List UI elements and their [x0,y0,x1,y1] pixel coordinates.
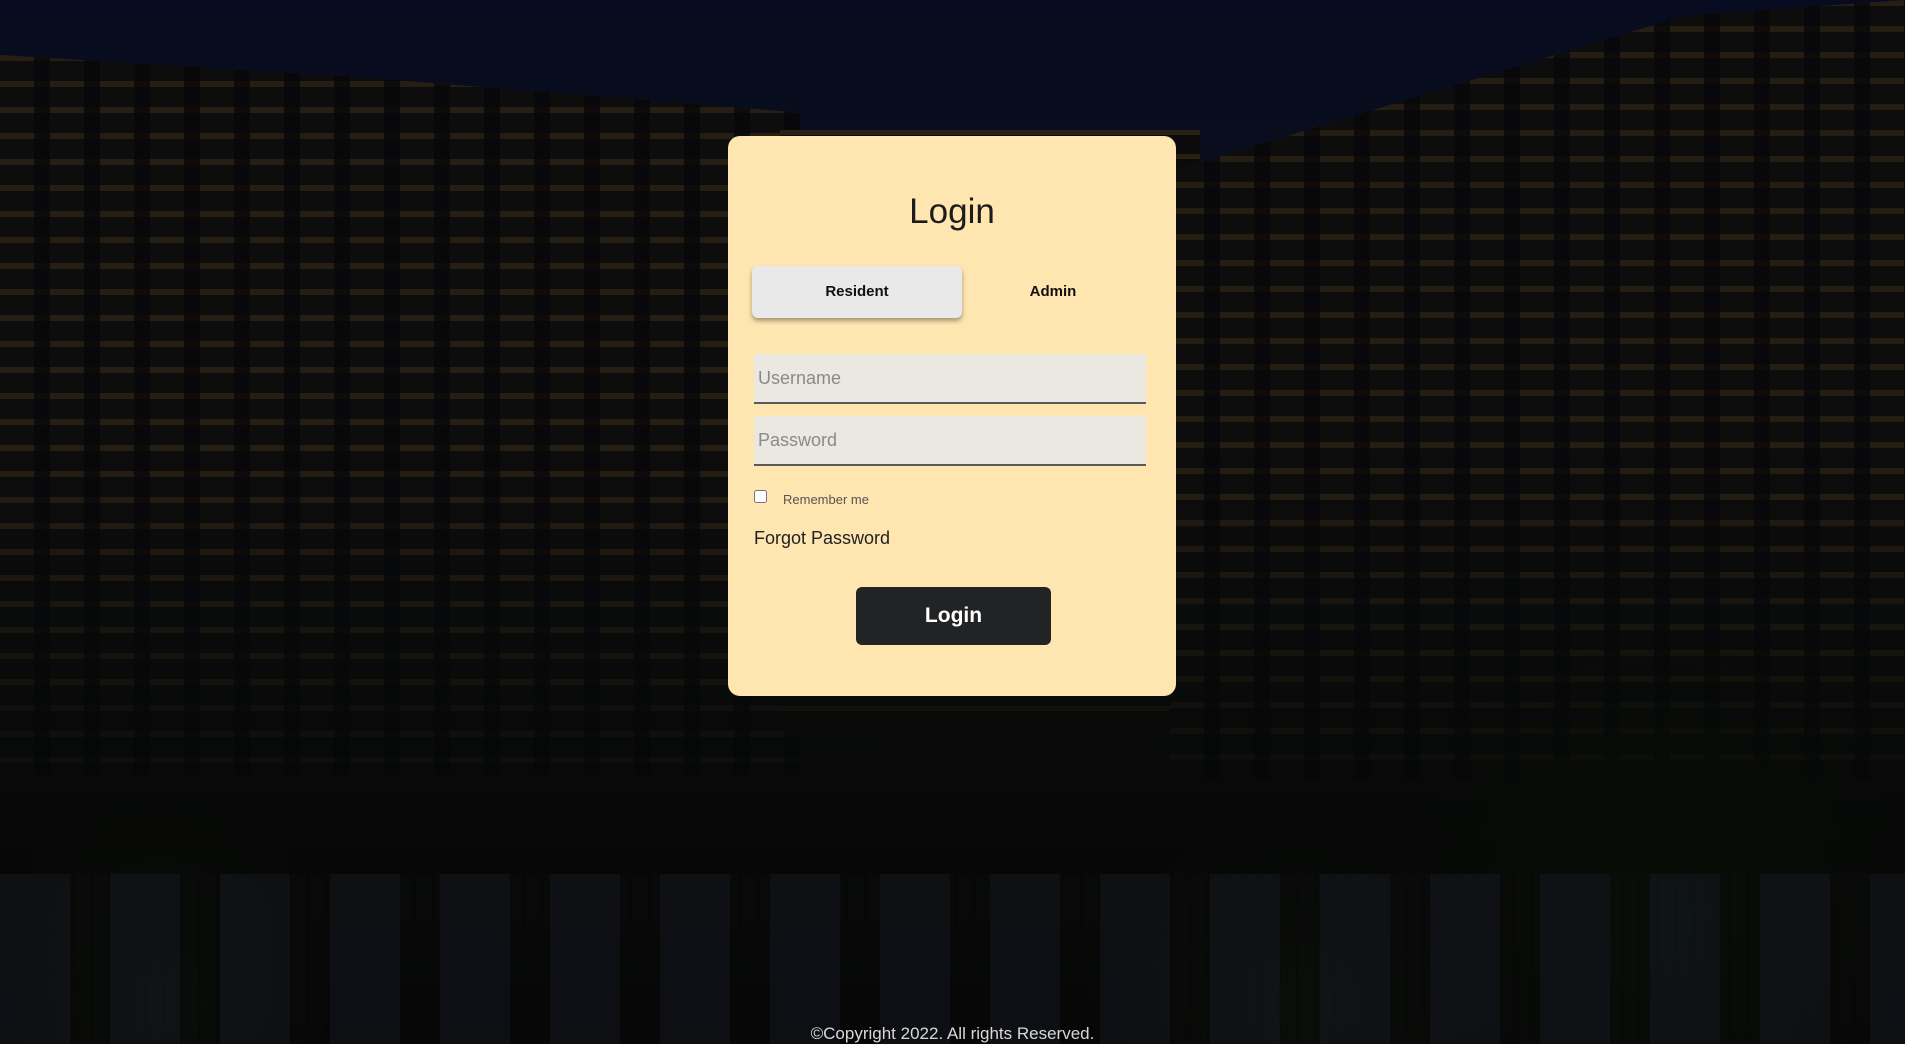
login-button[interactable]: Login [856,587,1051,645]
remember-me-checkbox[interactable] [754,490,767,503]
tab-resident[interactable]: Resident [752,266,962,318]
remember-me-label: Remember me [783,492,869,507]
footer-copyright: ©Copyright 2022. All rights Reserved. [810,1024,1095,1043]
login-card: Login Resident Admin Remember me Forgot … [728,136,1176,696]
role-tabs: Resident Admin [752,266,1152,318]
forgot-password-link[interactable]: Forgot Password [754,528,890,549]
username-field[interactable] [754,354,1146,404]
login-title: Login [909,192,995,231]
tab-admin[interactable]: Admin [948,266,1158,318]
password-field[interactable] [754,416,1146,466]
